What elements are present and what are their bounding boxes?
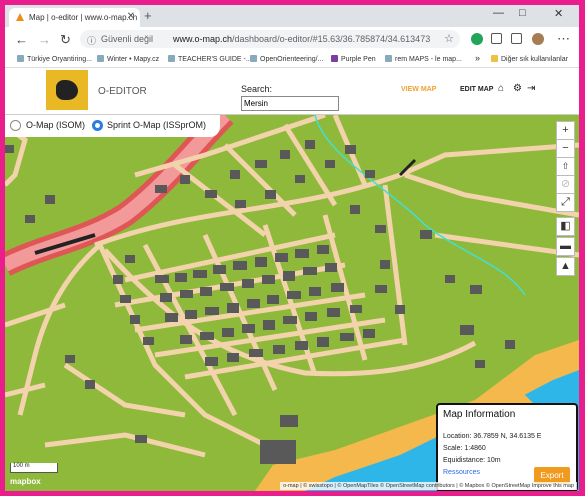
search-input[interactable] — [241, 96, 339, 111]
security-label: Güvenli değil — [101, 34, 154, 44]
scale-bar: 100 m — [10, 463, 58, 473]
bookmark-icon — [17, 55, 24, 62]
label-isom[interactable]: O-Map (ISOM) — [26, 120, 85, 130]
edit-map-link[interactable]: EDIT MAP — [460, 86, 493, 93]
app-name: O-EDITOR — [98, 86, 147, 97]
address-bar-row: ← → ↻ ⓘ Güvenli değil www.o-map.ch/dashb… — [5, 27, 579, 52]
url-path: /dashboard/o-editor/#15.63/36.785874/34.… — [232, 34, 431, 44]
close-window-button[interactable]: ✕ — [554, 7, 563, 20]
tab-title: Map | o-editor | www.o-map.ch — [29, 13, 138, 22]
zoom-in-button[interactable]: + — [556, 121, 575, 140]
disabled-location-icon[interactable]: ⊘ — [556, 175, 575, 194]
zoom-out-button[interactable]: − — [556, 139, 575, 158]
layers-icon[interactable]: ◧ — [556, 217, 575, 236]
extension-icon[interactable] — [471, 33, 483, 45]
scale-icon[interactable]: ▬ — [556, 237, 575, 256]
close-tab-icon[interactable]: ✕ — [127, 11, 135, 22]
map-canvas[interactable]: O-Map (ISOM) Sprint O-Map (ISSprOM) + − … — [5, 115, 579, 491]
o-map-logo — [46, 70, 88, 110]
gear-icon[interactable]: ⚙ — [513, 83, 522, 94]
home-icon[interactable]: ⌂ — [498, 83, 504, 94]
bookmark-label: OpenOrienteering/... — [260, 56, 324, 63]
label-issprom[interactable]: Sprint O-Map (ISSprOM) — [107, 120, 206, 130]
bookmark-item[interactable]: TEACHER'S GUIDE -... — [168, 55, 252, 63]
map-information-panel: Map Information Location: 36.7859 N, 34.… — [436, 403, 578, 491]
bookmark-label: Türkiye Oryantiring... — [27, 56, 92, 63]
url-box[interactable]: ⓘ Güvenli değil www.o-map.ch/dashboard/o… — [80, 30, 460, 48]
url-host: www.o-map.ch — [173, 34, 233, 44]
info-scale: Scale: 1:4860 — [443, 445, 486, 452]
browser-tab[interactable]: Map | o-editor | www.o-map.ch ✕ — [9, 8, 140, 27]
map-attribution[interactable]: o-map | © swisstopo | © OpenMapTiles © O… — [280, 482, 577, 490]
fullscreen-icon[interactable]: ⤢ — [556, 193, 575, 212]
logout-icon[interactable]: ⇥ — [527, 83, 535, 94]
radio-issprom[interactable] — [92, 120, 103, 131]
bookmark-icon — [168, 55, 175, 62]
other-bookmarks-folder[interactable]: Diğer sık kullanılanlar — [491, 55, 568, 63]
bookmark-icon — [331, 55, 338, 62]
terrain-icon[interactable]: ▲ — [556, 257, 575, 276]
o-map-favicon-icon — [16, 13, 24, 21]
menu-dots-icon[interactable]: ⋯ — [557, 31, 570, 47]
back-icon[interactable]: ← — [15, 32, 28, 47]
bookmark-item[interactable]: OpenOrienteering/... — [250, 55, 323, 63]
bookmark-label: Winter • Mapy.cz — [107, 56, 160, 63]
bookmark-icon — [97, 55, 104, 62]
bookmark-icon — [385, 55, 392, 62]
url-text[interactable]: www.o-map.ch/dashboard/o-editor/#15.63/3… — [173, 34, 430, 44]
info-location: Location: 36.7859 N, 34.6135 E — [443, 433, 542, 440]
maximize-button[interactable]: □ — [519, 7, 526, 19]
folder-icon — [491, 55, 498, 62]
bookmarks-bar: Türkiye Oryantiring... Winter • Mapy.cz … — [5, 52, 579, 68]
forward-icon[interactable]: → — [38, 32, 51, 47]
profile-avatar[interactable] — [532, 33, 544, 45]
info-icon[interactable]: ⓘ — [87, 34, 96, 47]
new-tab-button[interactable]: + — [144, 8, 152, 23]
reload-icon[interactable]: ↻ — [60, 32, 71, 48]
bookmark-icon — [250, 55, 257, 62]
mapbox-logo[interactable]: mapbox — [10, 477, 41, 486]
app-header: O-EDITOR Search: VIEW MAP EDIT MAP ⌂ ⚙ ⇥ — [5, 68, 579, 115]
minimize-button[interactable]: — — [493, 7, 504, 19]
map-type-toggle: O-Map (ISOM) Sprint O-Map (ISSprOM) — [5, 115, 220, 137]
bookmark-label: TEACHER'S GUIDE -... — [178, 56, 252, 63]
bookmark-label: Purple Pen — [341, 56, 376, 63]
bookmark-label: rem MAPS - le map... — [395, 56, 462, 63]
browser-window: Map | o-editor | www.o-map.ch ✕ + — □ ✕ … — [5, 5, 579, 491]
bookmark-label: Diğer sık kullanılanlar — [501, 56, 568, 63]
radio-isom[interactable] — [10, 120, 21, 131]
tab-search-icon[interactable] — [491, 33, 502, 44]
collections-icon[interactable] — [511, 33, 522, 44]
info-title: Map Information — [443, 409, 516, 420]
bookmark-item[interactable]: Winter • Mapy.cz — [97, 55, 159, 63]
search-label: Search: — [241, 84, 273, 94]
more-bookmarks-button[interactable]: » — [475, 53, 480, 63]
bookmark-item[interactable]: Türkiye Oryantiring... — [17, 55, 92, 63]
tab-bar: Map | o-editor | www.o-map.ch ✕ + — □ ✕ — [5, 5, 579, 27]
bookmark-item[interactable]: Purple Pen — [331, 55, 376, 63]
bookmark-item[interactable]: rem MAPS - le map... — [385, 55, 462, 63]
view-map-link[interactable]: VIEW MAP — [401, 86, 436, 93]
resources-link[interactable]: Ressources — [443, 469, 480, 476]
compass-icon[interactable]: ⇧ — [556, 157, 575, 176]
bookmark-star-icon[interactable]: ☆ — [444, 32, 454, 45]
info-equidistance: Equidistance: 10m — [443, 457, 501, 464]
